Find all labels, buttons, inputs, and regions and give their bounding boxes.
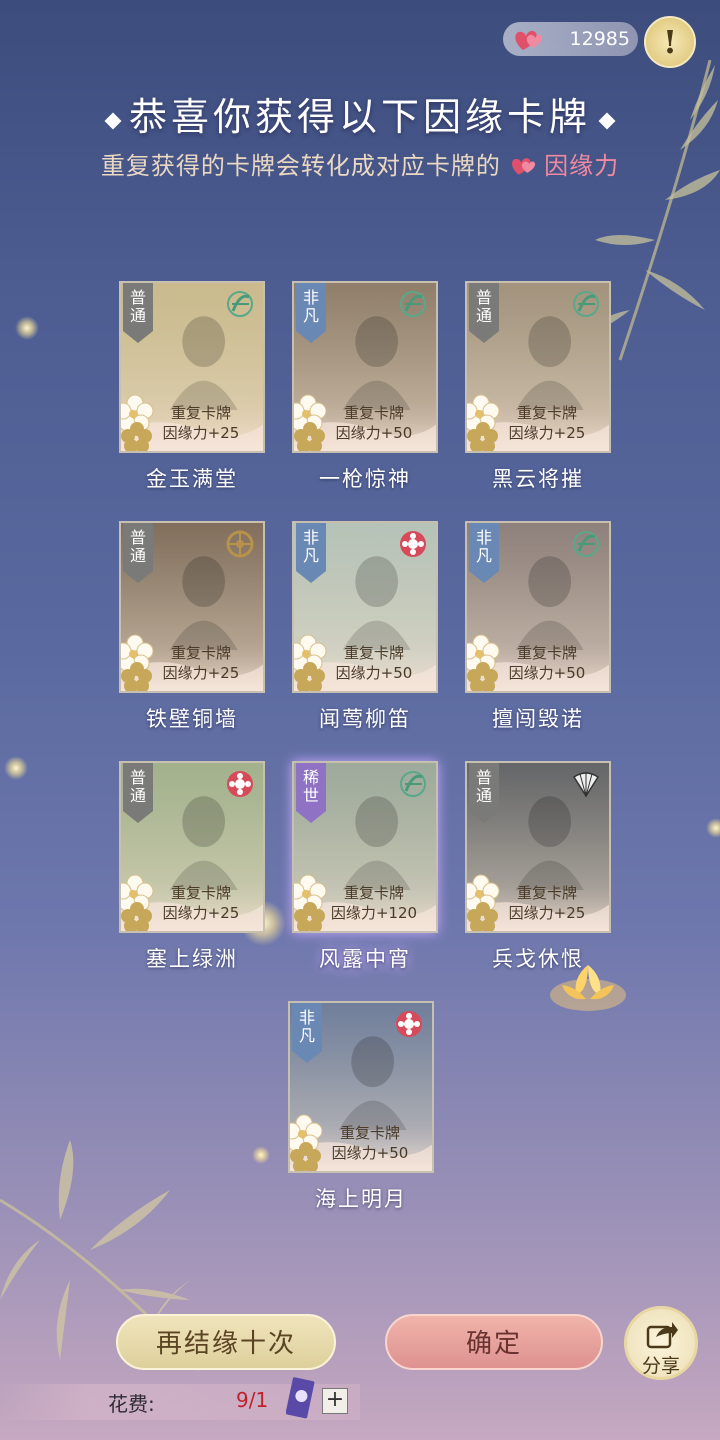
heart-currency-display: 12985 <box>503 22 638 56</box>
bow-icon <box>571 529 601 559</box>
card-item[interactable]: 非凡 重复卡牌 因缘力+50 闻莺柳笛 <box>292 521 438 733</box>
card-frame[interactable]: 普通 重复卡牌 因缘力+25 <box>465 281 611 453</box>
rarity-label: 非凡 <box>302 288 319 325</box>
card-frame[interactable]: 普通 重复卡牌 因缘力+25 <box>119 521 265 693</box>
rarity-ribbon: 非凡 <box>292 1003 322 1063</box>
blossom-icon <box>290 1114 323 1171</box>
karma-heart-icon <box>511 158 535 175</box>
card-name: 兵戈休恨 <box>492 947 584 971</box>
add-ticket-button[interactable]: + <box>322 1388 348 1414</box>
currency-value: 12985 <box>569 28 630 50</box>
rarity-label: 普通 <box>475 768 492 805</box>
share-button[interactable]: 分享 <box>624 1306 698 1380</box>
card-item[interactable]: 普通 重复卡牌 因缘力+25 塞上绿洲 <box>119 761 265 973</box>
card-name: 闻莺柳笛 <box>319 707 411 731</box>
rarity-ribbon: 非凡 <box>296 523 326 583</box>
flower-emblem-icon <box>398 529 428 559</box>
blossom-icon <box>294 394 327 451</box>
light-orb <box>252 1146 270 1164</box>
card-frame[interactable]: 普通 重复卡牌 因缘力+25 <box>119 281 265 453</box>
bow-icon <box>398 769 428 799</box>
blossom-icon <box>121 874 154 931</box>
heart-currency-icon <box>515 30 542 50</box>
bow-icon <box>398 289 428 319</box>
rarity-ribbon: 普通 <box>123 763 153 823</box>
rarity-ribbon: 普通 <box>123 523 153 583</box>
page-subtitle: 重复获得的卡牌会转化成对应卡牌的 因缘力 <box>100 152 620 180</box>
page-title: 恭喜你获得以下因缘卡牌 <box>0 86 720 141</box>
card-name: 海上明月 <box>315 1187 407 1211</box>
card-frame[interactable]: 普通 重复卡牌 因缘力+25 <box>465 761 611 933</box>
rarity-ribbon: 普通 <box>123 283 153 343</box>
share-icon <box>646 1322 678 1349</box>
card-name: 一枪惊神 <box>319 467 411 491</box>
bow-icon <box>571 289 601 319</box>
light-orb <box>15 316 39 340</box>
rarity-label: 普通 <box>129 288 146 325</box>
card-frame[interactable]: 普通 重复卡牌 因缘力+25 <box>119 761 265 933</box>
rarity-label: 普通 <box>129 528 146 565</box>
draw-ten-again-button[interactable]: 再结缘十次 <box>116 1314 336 1370</box>
card-frame[interactable]: 非凡 重复卡牌 因缘力+50 <box>288 1001 434 1173</box>
rarity-ribbon: 普通 <box>469 283 499 343</box>
flower-emblem-icon <box>394 1009 424 1039</box>
rarity-label: 非凡 <box>298 1008 315 1045</box>
card-item[interactable]: 普通 重复卡牌 因缘力+25 铁壁铜墙 <box>119 521 265 733</box>
card-item[interactable]: 普通 重复卡牌 因缘力+25 金玉满堂 <box>119 281 265 493</box>
light-orb <box>4 756 28 780</box>
light-orb <box>706 818 720 838</box>
rarity-ribbon: 普通 <box>469 763 499 823</box>
cost-label: 花费: <box>108 1392 155 1416</box>
blossom-icon <box>121 634 154 691</box>
card-item[interactable]: 稀世 重复卡牌 因缘力+120 风露中宵 <box>292 761 438 973</box>
rarity-label: 非凡 <box>302 528 319 565</box>
draw-ticket-icon <box>286 1377 315 1419</box>
card-name: 擅闯毁诺 <box>492 707 584 731</box>
blossom-icon <box>467 634 500 691</box>
card-item[interactable]: 普通 重复卡牌 因缘力+25 黑云将摧 <box>465 281 611 493</box>
card-name: 铁壁铜墙 <box>146 707 238 731</box>
card-frame[interactable]: 非凡 重复卡牌 因缘力+50 <box>292 281 438 453</box>
wheel-icon <box>225 529 255 559</box>
card-name: 塞上绿洲 <box>146 947 238 971</box>
rarity-label: 稀世 <box>302 768 319 805</box>
rarity-label: 非凡 <box>475 528 492 565</box>
rarity-ribbon: 非凡 <box>296 283 326 343</box>
confirm-button[interactable]: 确定 <box>385 1314 603 1370</box>
card-item[interactable]: 非凡 重复卡牌 因缘力+50 擅闯毁诺 <box>465 521 611 733</box>
card-name: 黑云将摧 <box>492 467 584 491</box>
card-frame[interactable]: 非凡 重复卡牌 因缘力+50 <box>292 521 438 693</box>
blossom-icon <box>467 394 500 451</box>
card-frame[interactable]: 非凡 重复卡牌 因缘力+50 <box>465 521 611 693</box>
notice-button[interactable]: ! <box>644 16 696 68</box>
rarity-ribbon: 非凡 <box>469 523 499 583</box>
rarity-label: 普通 <box>129 768 146 805</box>
flower-emblem-icon <box>225 769 255 799</box>
blossom-icon <box>294 634 327 691</box>
rarity-label: 普通 <box>475 288 492 325</box>
blossom-icon <box>467 874 500 931</box>
cost-bar: 花费: 9/1 + <box>0 1377 360 1420</box>
card-item[interactable]: 非凡 重复卡牌 因缘力+50 一枪惊神 <box>292 281 438 493</box>
diamond-ornament-icon <box>598 112 616 129</box>
card-item[interactable]: 普通 重复卡牌 因缘力+25 兵戈休恨 <box>465 761 611 973</box>
card-frame[interactable]: 稀世 重复卡牌 因缘力+120 <box>292 761 438 933</box>
fan-icon <box>571 769 601 799</box>
blossom-icon <box>121 394 154 451</box>
cost-value: 9/1 <box>236 1388 269 1412</box>
blossom-icon <box>294 874 327 931</box>
card-item[interactable]: 非凡 重复卡牌 因缘力+50 海上明月 <box>288 1001 434 1213</box>
card-name: 金玉满堂 <box>146 467 238 491</box>
diamond-ornament-icon <box>104 112 122 129</box>
rarity-ribbon: 稀世 <box>296 763 326 823</box>
bow-icon <box>225 289 255 319</box>
share-label: 分享 <box>641 1355 680 1377</box>
card-name: 风露中宵 <box>319 947 411 971</box>
